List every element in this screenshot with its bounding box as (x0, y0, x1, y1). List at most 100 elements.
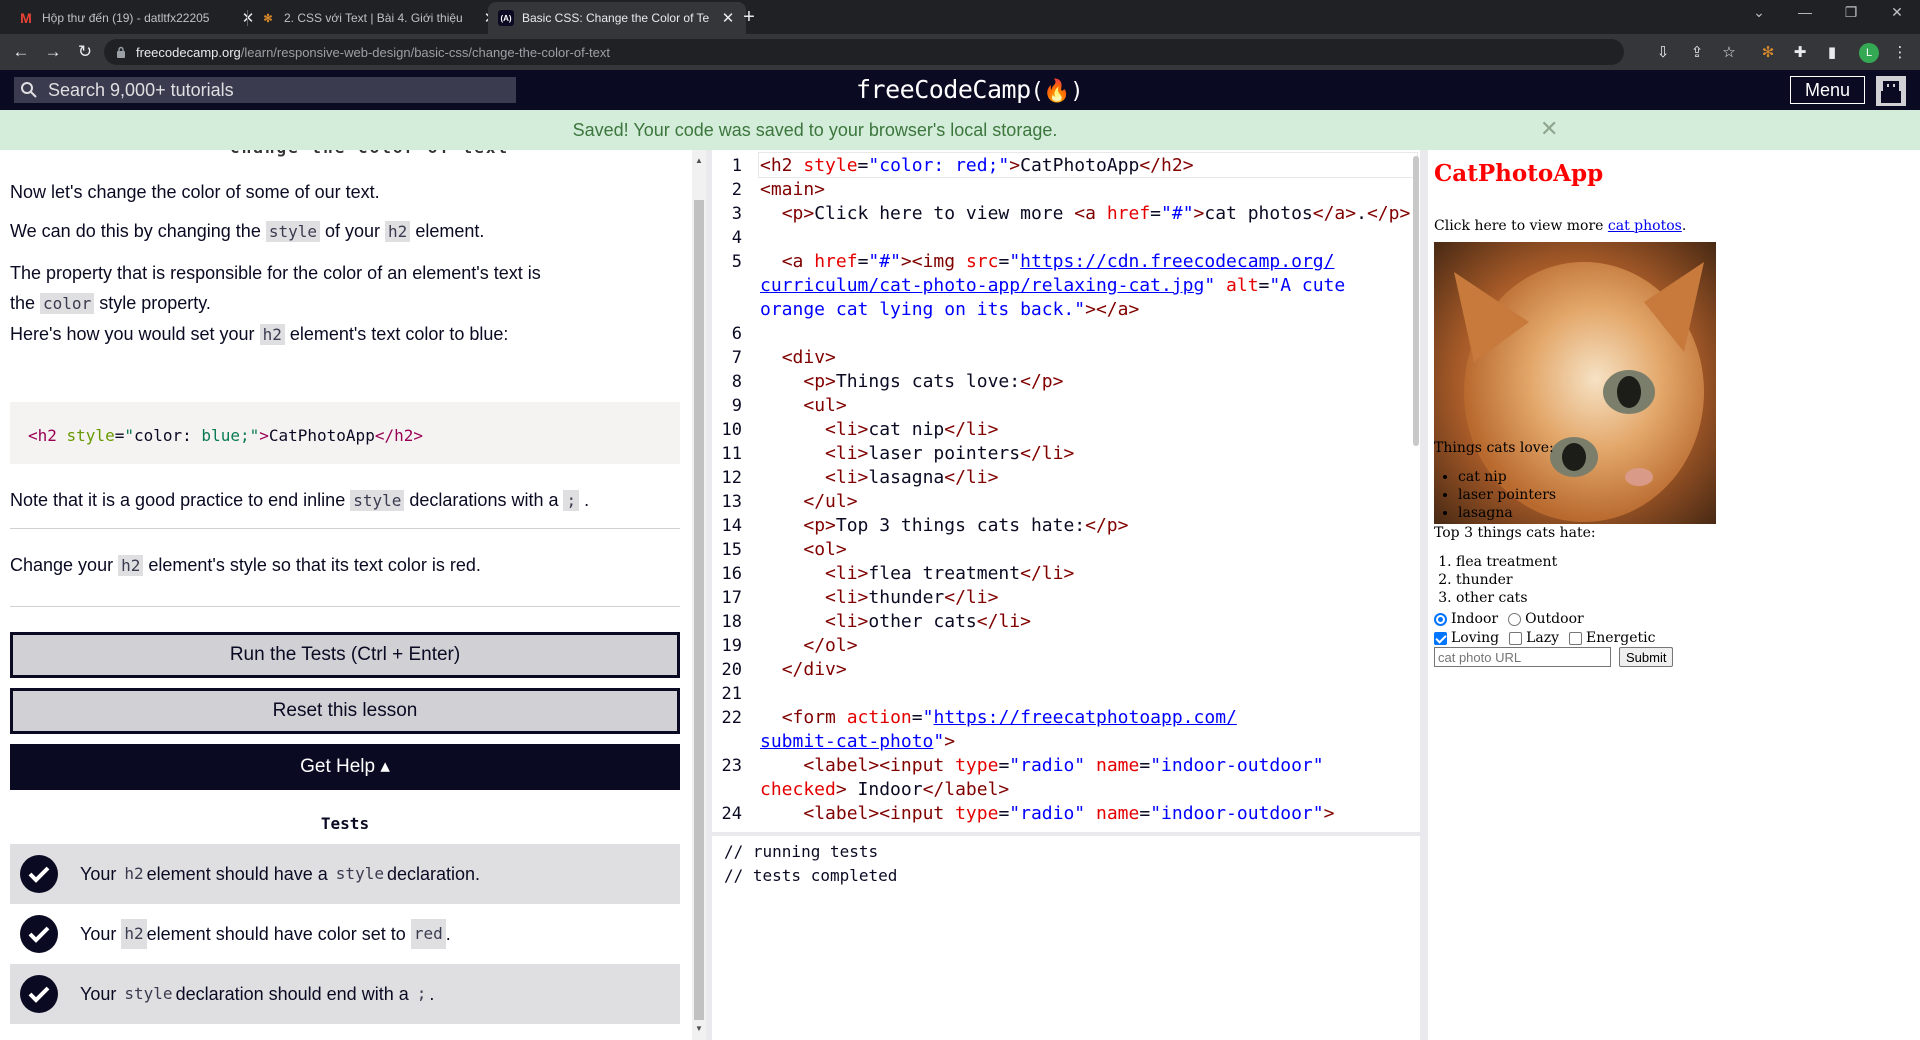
url-field[interactable]: freecodecamp.org/learn/responsive-web-de… (104, 39, 1624, 65)
text: element's text color to blue: (284, 324, 509, 344)
pane-resizer[interactable] (1420, 150, 1428, 1040)
line-text: <main> (760, 178, 825, 202)
code-token: submit-cat-photo (760, 731, 934, 752)
inline-code: style (332, 859, 387, 889)
paragraph: Here's how you would set your h2 element… (10, 320, 680, 349)
code-token: Things cats love: (835, 371, 1021, 392)
code-line: 7 <div> (712, 346, 1420, 370)
code-token: " (933, 731, 945, 752)
instructions-scrollbar[interactable]: ▲ ▼ (692, 150, 706, 1040)
share-icon[interactable]: ⇪ (1687, 43, 1707, 61)
code-token: </li> (1020, 443, 1075, 464)
loving-checkbox[interactable] (1434, 631, 1447, 645)
code-line: 13 </ul> (712, 490, 1420, 514)
user-avatar[interactable] (1876, 76, 1906, 106)
search-input[interactable]: Search 9,000+ tutorials (14, 77, 516, 103)
tab-title: 2. CSS với Text | Bài 4. Giới thiệu (284, 11, 463, 25)
run-tests-button[interactable]: Run the Tests (Ctrl + Enter) (10, 632, 680, 678)
code-token: </ol> (803, 635, 858, 656)
install-icon[interactable]: ⇩ (1653, 43, 1673, 61)
line-text: </div> (760, 658, 847, 682)
editor-scrollbar-thumb[interactable] (1413, 156, 1419, 446)
new-tab-icon[interactable]: + (738, 6, 760, 29)
code-editor[interactable]: 1 <h2 style="color: red;">CatPhotoApp</h2… (712, 150, 1420, 832)
line-number: 16 (721, 564, 742, 584)
code-line: 19 </ol> (712, 634, 1420, 658)
close-icon[interactable]: ✕ (720, 9, 736, 27)
indoor-radio[interactable] (1434, 612, 1447, 626)
back-icon[interactable]: ← (10, 42, 32, 62)
minimize-icon[interactable]: — (1782, 4, 1828, 20)
task-instruction: Change your h2 element's style so that i… (10, 551, 680, 580)
code-line: 10 <li>cat nip</li> (712, 418, 1420, 442)
side-panel-icon[interactable]: ▮ (1822, 43, 1842, 61)
code-token: </h2> (1139, 155, 1194, 176)
scrollbar-thumb[interactable] (694, 200, 704, 1020)
scroll-down-icon[interactable]: ▼ (695, 1024, 703, 1033)
code-token: laser pointers (868, 443, 1021, 464)
inline-code: style (121, 979, 176, 1009)
preview-pane: CatPhotoApp Click here to view more cat … (1428, 150, 1920, 1040)
text: element should have color set to (146, 924, 406, 944)
line-text: <li>laser pointers</li> (760, 442, 1074, 466)
code-token: "radio" (1009, 803, 1086, 824)
reset-lesson-button[interactable]: Reset this lesson (10, 688, 680, 734)
fcc-logo[interactable]: freeCodeCamp(🔥) (856, 75, 1084, 104)
code-token: <h2 (28, 426, 67, 445)
tab-funix[interactable]: ✻ 2. CSS với Text | Bài 4. Giới thiệu ✕ (250, 2, 508, 34)
code-line: orange cat lying on its back."></a> (712, 298, 1420, 322)
check-icon (20, 915, 58, 953)
cat-photos-link[interactable]: cat photos (1608, 218, 1682, 234)
code-token: <p> (803, 515, 836, 536)
submit-button[interactable]: Submit (1619, 647, 1674, 667)
code-token: href (1106, 203, 1151, 224)
code-token: ></a> (1085, 299, 1140, 320)
scroll-up-icon[interactable]: ▲ (695, 156, 703, 165)
profile-avatar[interactable]: L (1859, 43, 1879, 63)
line-number: 1 (731, 156, 742, 176)
chevron-down-icon[interactable]: ⌄ (1736, 4, 1782, 21)
code-line: 22 <form action="https://freecatphotoapp… (712, 706, 1420, 730)
get-help-button[interactable]: Get Help ▴ (10, 744, 680, 790)
tab-gmail[interactable]: M Hộp thư đến (19) - datltfx22205 ✕ (8, 2, 266, 34)
window-close-icon[interactable]: ✕ (1874, 4, 1920, 21)
line-text: <a href="#"><img src="https://cdn.freeco… (760, 250, 1335, 274)
preview-paragraph: Click here to view more cat photos. (1434, 218, 1686, 234)
line-text: <li>thunder</li> (760, 586, 998, 610)
close-icon[interactable]: ✕ (1540, 116, 1558, 142)
reload-icon[interactable]: ↻ (74, 42, 96, 62)
funix-extension-icon[interactable]: ✻ (1758, 43, 1778, 61)
energetic-checkbox[interactable] (1569, 631, 1583, 645)
code-token: " (922, 707, 934, 728)
menu-button[interactable]: Menu (1790, 76, 1865, 104)
text: . (579, 490, 590, 510)
code-line: 14 <p>Top 3 things cats hate:</p> (712, 514, 1420, 538)
code-token: <li> (825, 443, 869, 464)
restore-icon[interactable]: ❐ (1828, 4, 1874, 21)
tab-freecodecamp[interactable]: (A) Basic CSS: Change the Color of Te ✕ (488, 2, 746, 34)
code-token: curriculum/cat-photo-app/relaxing-cat.jp… (760, 275, 1205, 296)
line-text: <ul> (760, 394, 846, 418)
kebab-menu-icon[interactable]: ⋮ (1890, 43, 1910, 61)
code-line: 1 <h2 style="color: red;">CatPhotoApp</h2… (712, 154, 1420, 178)
cat-photo-url-input[interactable]: cat photo URL (1434, 647, 1611, 667)
extensions-puzzle-icon[interactable]: ✚ (1790, 43, 1810, 61)
outdoor-radio[interactable] (1508, 612, 1522, 626)
code-line: 8 <p>Things cats love:</p> (712, 370, 1420, 394)
forward-icon[interactable]: → (42, 42, 64, 62)
line-number: 18 (721, 612, 742, 632)
line-number: 10 (721, 420, 742, 440)
address-bar-row: ← → ↻ freecodecamp.org/learn/responsive-… (0, 34, 1920, 70)
lazy-checkbox[interactable] (1509, 631, 1523, 645)
inline-code: h2 (121, 919, 147, 949)
bookmark-star-icon[interactable]: ☆ (1719, 43, 1739, 61)
test-item: Your style declaration should end with a… (10, 964, 680, 1024)
